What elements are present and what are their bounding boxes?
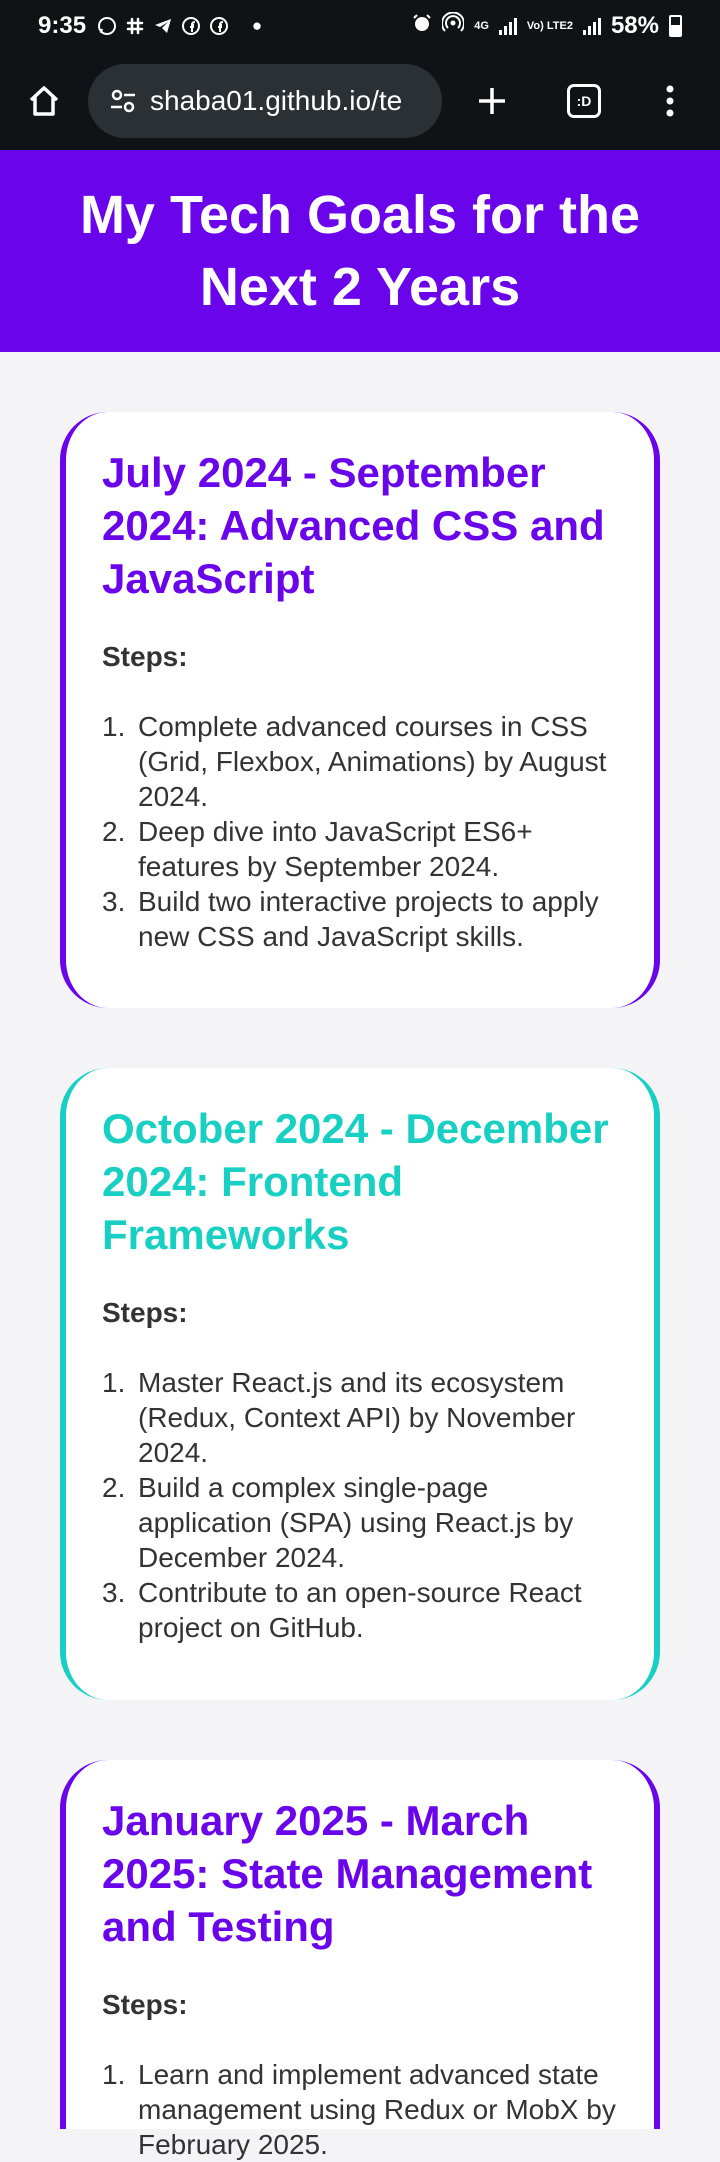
step-number: 3. [102,1577,126,1608]
browser-toolbar: shaba01.github.io/te :D [0,52,720,150]
step-text: Complete advanced courses in CSS (Grid, … [138,711,607,812]
goal-card: July 2024 - September 2024: Advanced CSS… [60,412,660,1008]
volte-label: Vo) LTE2 [526,19,573,32]
step-text: Deep dive into JavaScript ES6+ features … [138,816,533,882]
step-text: Contribute to an open-source React proje… [138,1577,582,1643]
step-item: 1. Learn and implement advanced state man… [102,2057,618,2162]
status-bar: 9:35 ● 4G Vo) LTE2 58% [0,0,720,52]
more-notifications-dot: ● [251,16,263,35]
telegram-icon [152,15,174,37]
status-time: 9:35 [38,12,87,39]
step-item: 2. Deep dive into JavaScript ES6+ feature… [102,814,618,884]
step-text: Build two interactive projects to apply … [138,886,599,952]
battery-percent: 58% [610,12,659,39]
tab-switcher-icon: :D [567,84,601,118]
system-icons: 4G Vo) LTE2 58% [412,11,682,40]
notification-icons: ● [96,15,268,37]
more-vert-icon [666,85,674,117]
step-number: 1. [102,711,126,742]
new-tab-button[interactable] [470,79,514,123]
step-item: 3. Contribute to an open-source React pro… [102,1575,618,1645]
facebook-icon-2 [208,15,230,37]
address-bar[interactable]: shaba01.github.io/te [88,64,442,138]
step-number: 1. [102,1367,126,1398]
signal-icon-2 [582,17,601,35]
goal-heading: January 2025 - March 2025: State Managem… [102,1797,593,1950]
step-text: Master React.js and its ecosystem (Redux… [138,1367,576,1468]
steps-label: Steps: [102,1989,188,2020]
goal-card: October 2024 - December 2024: Frontend F… [60,1068,660,1700]
goal-heading: October 2024 - December 2024: Frontend F… [102,1105,609,1258]
site-settings-icon[interactable] [108,86,138,116]
signal-icon [498,17,517,35]
step-number: 2. [102,1472,126,1503]
alarm-icon [412,13,432,39]
whatsapp-icon [96,15,118,37]
url-text: shaba01.github.io/te [150,85,403,116]
goal-card: January 2025 - March 2025: State Managem… [60,1760,660,2160]
steps-list: 1. Complete advanced courses in CSS (Grid… [102,709,618,954]
step-number: 1. [102,2059,126,2090]
tab-switcher-button[interactable]: :D [562,79,606,123]
step-item: 1. Complete advanced courses in CSS (Grid… [102,709,618,814]
step-number: 2. [102,816,126,847]
facebook-icon [180,15,202,37]
browser-menu-button[interactable] [648,79,692,123]
steps-list: 1. Master React.js and its ecosystem (Red… [102,1365,618,1645]
page-title: My Tech Goals for the Next 2 Years [79,185,641,317]
network-type-label: 4G [474,19,489,32]
goal-heading: July 2024 - September 2024: Advanced CSS… [102,449,605,602]
steps-label: Steps: [102,641,188,672]
plus-icon [479,88,505,114]
battery-icon [669,15,682,37]
step-text: Learn and implement advanced state manag… [138,2059,616,2160]
steps-label: Steps: [102,1297,188,1328]
steps-list: 1. Learn and implement advanced state man… [102,2057,618,2162]
home-icon [29,86,59,116]
page-header: My Tech Goals for the Next 2 Years [0,150,720,352]
step-number: 3. [102,886,126,917]
step-item: 3. Build two interactive projects to appl… [102,884,618,954]
step-item: 2. Build a complex single-page applicatio… [102,1470,618,1575]
home-button[interactable] [22,79,66,123]
hotspot-icon [441,11,466,40]
slack-icon [124,15,146,37]
step-text: Build a complex single-page application … [138,1472,574,1573]
step-item: 1. Master React.js and its ecosystem (Red… [102,1365,618,1470]
